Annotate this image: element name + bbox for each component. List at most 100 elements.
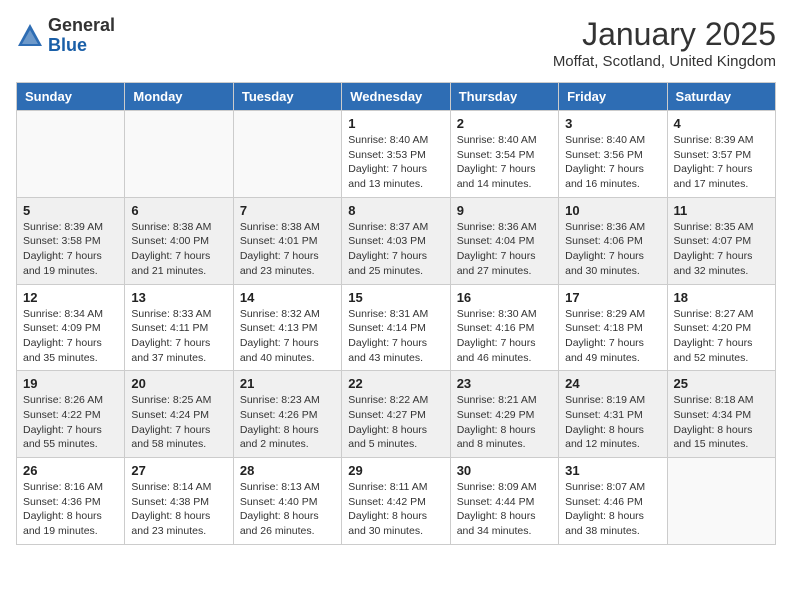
day-info: Sunrise: 8:37 AM Sunset: 4:03 PM Dayligh… (348, 220, 443, 279)
calendar-day-cell: 28 Sunrise: 8:13 AM Sunset: 4:40 PM Dayli… (233, 458, 341, 545)
calendar-day-cell: 9 Sunrise: 8:36 AM Sunset: 4:04 PM Daylig… (450, 197, 558, 284)
day-info: Sunrise: 8:22 AM Sunset: 4:27 PM Dayligh… (348, 393, 443, 452)
day-info: Sunrise: 8:26 AM Sunset: 4:22 PM Dayligh… (23, 393, 118, 452)
day-number: 23 (457, 376, 552, 391)
calendar-header-wednesday: Wednesday (342, 83, 450, 111)
day-info: Sunrise: 8:40 AM Sunset: 3:54 PM Dayligh… (457, 133, 552, 192)
calendar-day-cell: 5 Sunrise: 8:39 AM Sunset: 3:58 PM Daylig… (17, 197, 125, 284)
day-number: 2 (457, 116, 552, 131)
day-info: Sunrise: 8:07 AM Sunset: 4:46 PM Dayligh… (565, 480, 660, 539)
day-info: Sunrise: 8:33 AM Sunset: 4:11 PM Dayligh… (131, 307, 226, 366)
day-info: Sunrise: 8:39 AM Sunset: 3:57 PM Dayligh… (674, 133, 769, 192)
calendar-day-cell (17, 111, 125, 198)
day-info: Sunrise: 8:36 AM Sunset: 4:04 PM Dayligh… (457, 220, 552, 279)
calendar-day-cell: 6 Sunrise: 8:38 AM Sunset: 4:00 PM Daylig… (125, 197, 233, 284)
day-info: Sunrise: 8:13 AM Sunset: 4:40 PM Dayligh… (240, 480, 335, 539)
calendar-day-cell: 3 Sunrise: 8:40 AM Sunset: 3:56 PM Daylig… (559, 111, 667, 198)
day-number: 15 (348, 290, 443, 305)
day-number: 18 (674, 290, 769, 305)
calendar-day-cell: 19 Sunrise: 8:26 AM Sunset: 4:22 PM Dayli… (17, 371, 125, 458)
calendar-week-row: 26 Sunrise: 8:16 AM Sunset: 4:36 PM Dayli… (17, 458, 776, 545)
day-info: Sunrise: 8:16 AM Sunset: 4:36 PM Dayligh… (23, 480, 118, 539)
calendar-day-cell: 10 Sunrise: 8:36 AM Sunset: 4:06 PM Dayli… (559, 197, 667, 284)
calendar-header-row: SundayMondayTuesdayWednesdayThursdayFrid… (17, 83, 776, 111)
calendar-week-row: 5 Sunrise: 8:39 AM Sunset: 3:58 PM Daylig… (17, 197, 776, 284)
calendar-day-cell: 20Sunrise: 8:25 AM Sunset: 4:24 PM Dayli… (125, 371, 233, 458)
calendar-header-monday: Monday (125, 83, 233, 111)
calendar-day-cell (667, 458, 775, 545)
day-info: Sunrise: 8:36 AM Sunset: 4:06 PM Dayligh… (565, 220, 660, 279)
day-number: 6 (131, 203, 226, 218)
calendar-day-cell: 30 Sunrise: 8:09 AM Sunset: 4:44 PM Dayli… (450, 458, 558, 545)
day-number: 17 (565, 290, 660, 305)
calendar-table: SundayMondayTuesdayWednesdayThursdayFrid… (16, 82, 776, 545)
day-info: Sunrise: 8:09 AM Sunset: 4:44 PM Dayligh… (457, 480, 552, 539)
calendar-day-cell: 12Sunrise: 8:34 AM Sunset: 4:09 PM Dayli… (17, 284, 125, 371)
calendar-day-cell: 1 Sunrise: 8:40 AM Sunset: 3:53 PM Daylig… (342, 111, 450, 198)
day-number: 19 (23, 376, 118, 391)
day-info: Sunrise: 8:35 AM Sunset: 4:07 PM Dayligh… (674, 220, 769, 279)
calendar-day-cell: 25 Sunrise: 8:18 AM Sunset: 4:34 PM Dayli… (667, 371, 775, 458)
day-number: 10 (565, 203, 660, 218)
day-info: Sunrise: 8:21 AM Sunset: 4:29 PM Dayligh… (457, 393, 552, 452)
day-info: Sunrise: 8:19 AM Sunset: 4:31 PM Dayligh… (565, 393, 660, 452)
day-info: Sunrise: 8:39 AM Sunset: 3:58 PM Dayligh… (23, 220, 118, 279)
logo: General Blue (16, 16, 115, 56)
location-subtitle: Moffat, Scotland, United Kingdom (553, 53, 776, 70)
calendar-day-cell (125, 111, 233, 198)
day-info: Sunrise: 8:14 AM Sunset: 4:38 PM Dayligh… (131, 480, 226, 539)
calendar-day-cell: 24 Sunrise: 8:19 AM Sunset: 4:31 PM Dayli… (559, 371, 667, 458)
day-info: Sunrise: 8:18 AM Sunset: 4:34 PM Dayligh… (674, 393, 769, 452)
day-number: 31 (565, 463, 660, 478)
day-number: 22 (348, 376, 443, 391)
day-number: 24 (565, 376, 660, 391)
day-info: Sunrise: 8:30 AM Sunset: 4:16 PM Dayligh… (457, 307, 552, 366)
calendar-day-cell: 31 Sunrise: 8:07 AM Sunset: 4:46 PM Dayli… (559, 458, 667, 545)
calendar-day-cell: 2 Sunrise: 8:40 AM Sunset: 3:54 PM Daylig… (450, 111, 558, 198)
day-number: 7 (240, 203, 335, 218)
calendar-day-cell: 22 Sunrise: 8:22 AM Sunset: 4:27 PM Dayli… (342, 371, 450, 458)
day-info: Sunrise: 8:40 AM Sunset: 3:53 PM Dayligh… (348, 133, 443, 192)
page-header: General Blue January 2025 Moffat, Scotla… (16, 16, 776, 70)
day-info: Sunrise: 8:32 AM Sunset: 4:13 PM Dayligh… (240, 307, 335, 366)
calendar-day-cell: 29Sunrise: 8:11 AM Sunset: 4:42 PM Dayli… (342, 458, 450, 545)
calendar-day-cell (233, 111, 341, 198)
day-number: 5 (23, 203, 118, 218)
month-year-title: January 2025 (553, 16, 776, 53)
calendar-header-sunday: Sunday (17, 83, 125, 111)
day-number: 3 (565, 116, 660, 131)
calendar-header-thursday: Thursday (450, 83, 558, 111)
calendar-header-saturday: Saturday (667, 83, 775, 111)
day-number: 26 (23, 463, 118, 478)
day-info: Sunrise: 8:40 AM Sunset: 3:56 PM Dayligh… (565, 133, 660, 192)
day-info: Sunrise: 8:38 AM Sunset: 4:01 PM Dayligh… (240, 220, 335, 279)
day-number: 9 (457, 203, 552, 218)
day-number: 28 (240, 463, 335, 478)
day-number: 21 (240, 376, 335, 391)
calendar-day-cell: 7 Sunrise: 8:38 AM Sunset: 4:01 PM Daylig… (233, 197, 341, 284)
day-number: 13 (131, 290, 226, 305)
calendar-day-cell: 23 Sunrise: 8:21 AM Sunset: 4:29 PM Dayli… (450, 371, 558, 458)
day-info: Sunrise: 8:38 AM Sunset: 4:00 PM Dayligh… (131, 220, 226, 279)
day-number: 30 (457, 463, 552, 478)
day-number: 12 (23, 290, 118, 305)
calendar-day-cell: 13 Sunrise: 8:33 AM Sunset: 4:11 PM Dayli… (125, 284, 233, 371)
logo-text: General Blue (48, 16, 115, 56)
day-number: 4 (674, 116, 769, 131)
calendar-day-cell: 4 Sunrise: 8:39 AM Sunset: 3:57 PM Daylig… (667, 111, 775, 198)
day-number: 1 (348, 116, 443, 131)
calendar-day-cell: 16Sunrise: 8:30 AM Sunset: 4:16 PM Dayli… (450, 284, 558, 371)
day-number: 25 (674, 376, 769, 391)
day-number: 8 (348, 203, 443, 218)
calendar-week-row: 19 Sunrise: 8:26 AM Sunset: 4:22 PM Dayli… (17, 371, 776, 458)
calendar-day-cell: 11Sunrise: 8:35 AM Sunset: 4:07 PM Dayli… (667, 197, 775, 284)
day-number: 27 (131, 463, 226, 478)
day-number: 20 (131, 376, 226, 391)
day-info: Sunrise: 8:23 AM Sunset: 4:26 PM Dayligh… (240, 393, 335, 452)
day-info: Sunrise: 8:31 AM Sunset: 4:14 PM Dayligh… (348, 307, 443, 366)
day-number: 29 (348, 463, 443, 478)
calendar-day-cell: 8 Sunrise: 8:37 AM Sunset: 4:03 PM Daylig… (342, 197, 450, 284)
day-info: Sunrise: 8:27 AM Sunset: 4:20 PM Dayligh… (674, 307, 769, 366)
calendar-header-friday: Friday (559, 83, 667, 111)
calendar-header-tuesday: Tuesday (233, 83, 341, 111)
